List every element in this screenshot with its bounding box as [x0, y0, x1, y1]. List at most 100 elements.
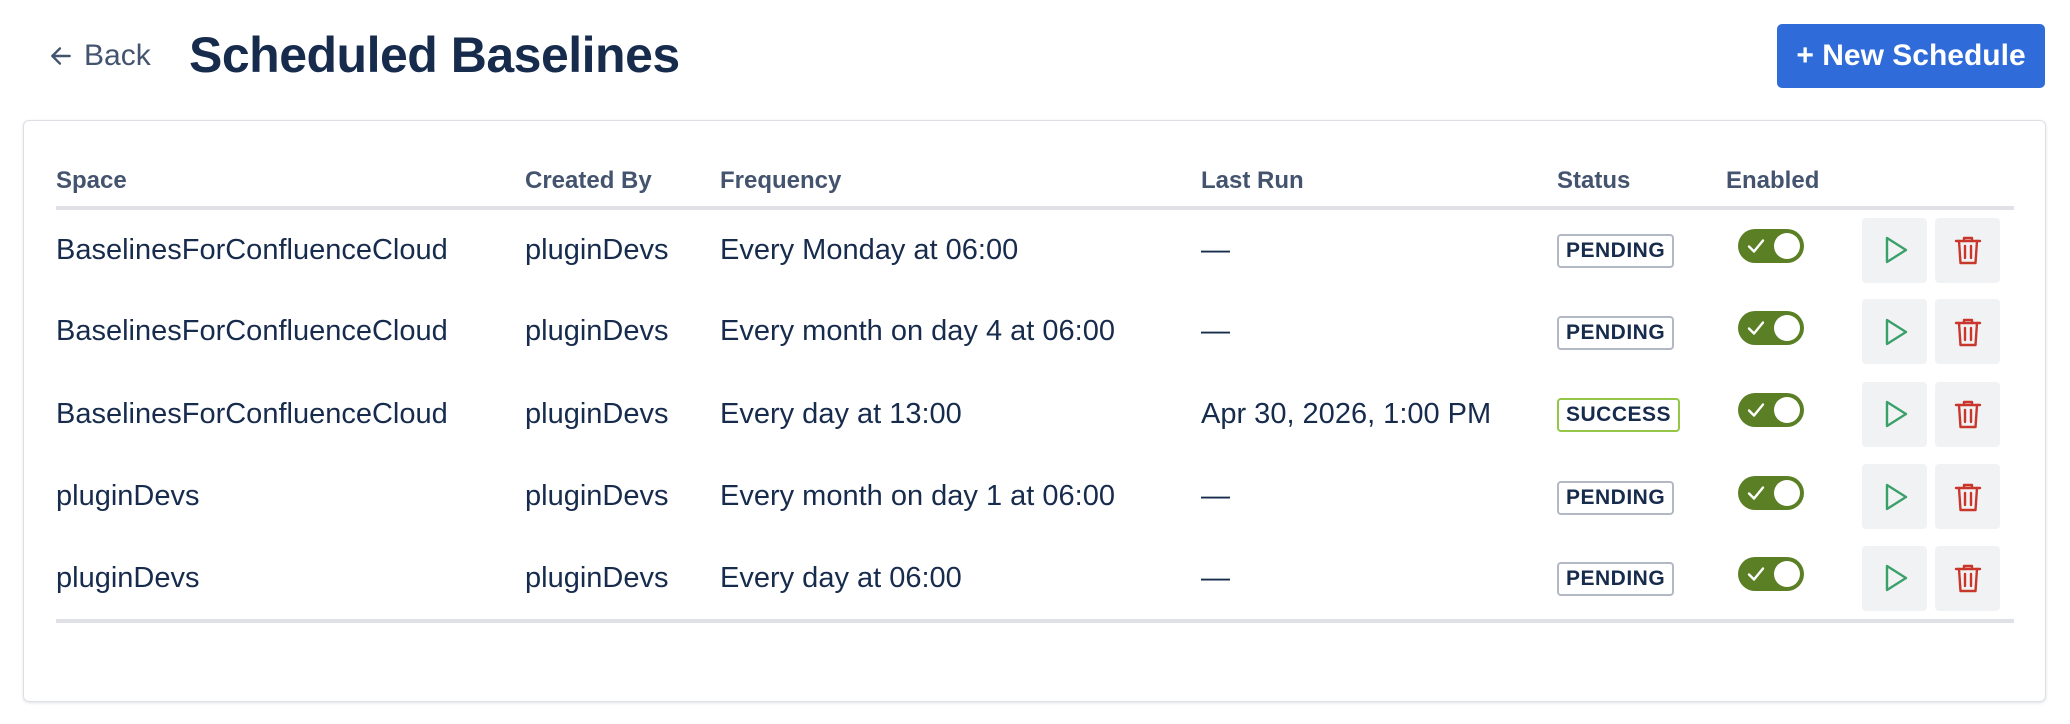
row-actions [1862, 217, 2014, 283]
cell-last-run: — [1201, 538, 1557, 623]
table-row: BaselinesForConfluenceCloud pluginDevs E… [56, 373, 2014, 456]
enabled-toggle[interactable] [1738, 475, 1804, 510]
delete-button[interactable] [1935, 217, 2000, 283]
cell-actions [1862, 208, 2014, 291]
delete-button[interactable] [1935, 299, 2000, 365]
cell-space: pluginDevs [56, 538, 525, 623]
cell-enabled [1726, 456, 1862, 539]
cell-last-run: Apr 30, 2026, 1:00 PM [1201, 397, 1492, 430]
cell-created-by: pluginDevs [525, 397, 669, 430]
cell-actions [1862, 538, 2014, 623]
page-title: Scheduled Baselines [189, 27, 680, 83]
column-header-space: Space [56, 156, 525, 210]
enabled-toggle[interactable] [1738, 310, 1804, 345]
cell-status: PENDING [1557, 538, 1726, 623]
cell-created-by: pluginDevs [525, 538, 720, 623]
run-now-button[interactable] [1862, 545, 1927, 611]
check-icon [1747, 567, 1765, 581]
schedules-table: Space Created By Frequency Last Run Stat… [56, 156, 2014, 623]
row-actions [1862, 545, 2014, 611]
cell-frequency: Every month on day 4 at 06:00 [720, 315, 1115, 348]
trash-icon [1954, 401, 1981, 429]
toggle-knob [1774, 561, 1800, 588]
new-schedule-button[interactable]: + New Schedule [1777, 24, 2045, 88]
column-header-last-run: Last Run [1201, 156, 1557, 210]
cell-last-run: — [1201, 233, 1230, 266]
cell-created-by: pluginDevs [525, 233, 669, 266]
toggle-knob [1774, 314, 1800, 341]
play-icon [1885, 401, 1907, 428]
delete-button[interactable] [1935, 464, 2000, 530]
run-now-button[interactable] [1862, 381, 1927, 447]
trash-icon [1954, 237, 1981, 265]
table-row: pluginDevs pluginDevs Every month on day… [56, 456, 2014, 539]
cell-frequency: Every day at 13:00 [720, 397, 962, 430]
status-badge: PENDING [1557, 562, 1675, 597]
column-header-created-by: Created By [525, 156, 720, 210]
delete-button[interactable] [1935, 381, 2000, 447]
play-icon [1885, 565, 1907, 592]
schedules-card: Space Created By Frequency Last Run Stat… [23, 120, 2046, 702]
toggle-knob [1774, 397, 1800, 424]
column-header-actions [1862, 156, 2014, 210]
trash-icon [1954, 483, 1981, 511]
column-header-frequency: Frequency [720, 156, 1201, 210]
status-badge: PENDING [1557, 234, 1675, 269]
cell-space: BaselinesForConfluenceCloud [56, 233, 448, 266]
table-row: pluginDevs pluginDevs Every day at 06:00… [56, 538, 2014, 623]
trash-icon [1954, 318, 1981, 346]
cell-enabled [1726, 208, 1862, 291]
back-button[interactable]: Back [48, 36, 151, 76]
play-icon [1885, 483, 1907, 510]
arrow-left-icon [51, 47, 71, 65]
cell-space: pluginDevs [56, 480, 200, 513]
run-now-button[interactable] [1862, 299, 1927, 365]
toggle-knob [1774, 233, 1800, 260]
column-header-enabled: Enabled [1726, 156, 1862, 210]
table-header-row: Space Created By Frequency Last Run Stat… [56, 156, 2014, 210]
cell-enabled [1726, 291, 1862, 374]
row-actions [1862, 299, 2014, 365]
run-now-button[interactable] [1862, 217, 1927, 283]
toggle-knob [1774, 479, 1800, 506]
row-actions [1862, 464, 2014, 530]
table-row: BaselinesForConfluenceCloud pluginDevs E… [56, 208, 2014, 291]
play-icon [1885, 318, 1907, 345]
cell-last-run: — [1201, 315, 1230, 348]
enabled-toggle[interactable] [1738, 229, 1804, 264]
cell-space: BaselinesForConfluenceCloud [56, 397, 448, 430]
cell-created-by: pluginDevs [525, 480, 669, 513]
status-badge: PENDING [1557, 315, 1675, 350]
cell-status: PENDING [1557, 456, 1726, 539]
cell-status: SUCCESS [1557, 373, 1726, 456]
table-body: BaselinesForConfluenceCloud pluginDevs E… [56, 208, 2014, 623]
check-icon [1747, 403, 1765, 417]
delete-button[interactable] [1935, 545, 2000, 611]
enabled-toggle[interactable] [1738, 557, 1804, 592]
check-icon [1747, 321, 1765, 335]
cell-actions [1862, 291, 2014, 374]
back-label: Back [84, 39, 151, 72]
run-now-button[interactable] [1862, 464, 1927, 530]
status-badge: PENDING [1557, 480, 1675, 515]
cell-enabled [1726, 373, 1862, 456]
check-icon [1747, 239, 1765, 253]
cell-last-run: — [1201, 480, 1230, 513]
column-header-status: Status [1557, 156, 1726, 210]
cell-frequency: Every month on day 1 at 06:00 [720, 480, 1115, 513]
row-actions [1862, 381, 2014, 447]
cell-status: PENDING [1557, 208, 1726, 291]
cell-actions [1862, 373, 2014, 456]
check-icon [1747, 486, 1765, 500]
cell-created-by: pluginDevs [525, 315, 669, 348]
cell-space: BaselinesForConfluenceCloud [56, 315, 448, 348]
cell-status: PENDING [1557, 291, 1726, 374]
status-badge: SUCCESS [1557, 398, 1681, 433]
table-row: BaselinesForConfluenceCloud pluginDevs E… [56, 291, 2014, 374]
cell-frequency: Every Monday at 06:00 [720, 233, 1019, 266]
trash-icon [1954, 565, 1981, 593]
play-icon [1885, 237, 1907, 264]
cell-actions [1862, 456, 2014, 539]
page-header: Back Scheduled Baselines + New Schedule [0, 0, 2070, 115]
enabled-toggle[interactable] [1738, 393, 1804, 428]
